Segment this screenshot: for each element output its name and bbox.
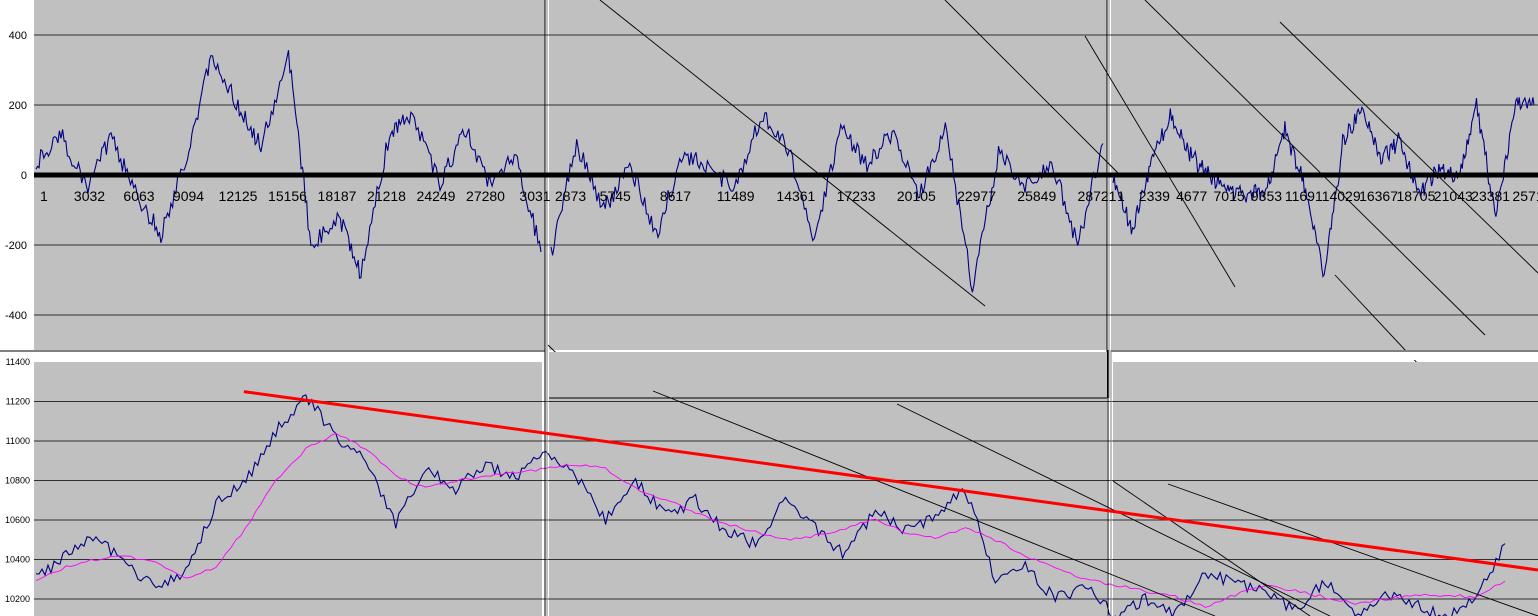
top-x-tick-label: 18187 [318,188,357,204]
bottom-chart-panel: 11400 11200 11000 10800 10600 10400 10200 [0,350,1538,616]
bottom-y-tick-label: 11000 [6,436,30,446]
top-x-tick-label: 23381 [1471,188,1510,204]
bottom-plot-area-1 [34,362,542,616]
top-y-tick-label: 0 [21,170,27,182]
top-x-tick-label: 9094 [173,188,204,204]
top-x-tick-label: 15156 [268,188,307,204]
top-y-tick-label: 200 [9,100,27,112]
top-x-tick-label: 7015 [1214,188,1245,204]
top-x-tick-label: 2571 [1512,188,1538,204]
bottom-plot-area-2 [549,398,1107,616]
top-x-tick-label: 16367 [1359,188,1398,204]
top-x-tick-label: 27280 [466,188,505,204]
bottom-y-tick-label: 10200 [5,594,30,604]
top-x-tick-label: 1 [40,188,48,204]
top-y-tick-label: -400 [5,310,27,322]
top-x-tick-label: 28721 [1078,188,1117,204]
top-x-tick-label: 9353 [1251,188,1282,204]
top-x-tick-label: 17233 [837,188,876,204]
top-x-tick-label: 11691 [1285,188,1323,204]
bottom-y-tick-label: 10800 [5,476,30,486]
top-x-tick-label: 20105 [897,188,936,204]
top-y-tick-label: -200 [5,240,27,252]
top-x-tick-label: 14029 [1322,188,1361,204]
top-x-tick-label: 18705 [1396,188,1435,204]
top-chart-panel: 400200-200-40001 3032 6063 9094 12125 15156 18… [5,0,1538,398]
bottom-y-tick-label: 11200 [6,397,30,407]
top-x-tick-label: 25849 [1017,188,1056,204]
top-x-tick-label: 11489 [717,188,755,204]
top-y-tick-label: 400 [9,30,27,42]
top-x-tick-label: 14361 [776,188,815,204]
chart-canvas: 400200-200-40001 3032 6063 9094 12125 15156 18… [0,0,1538,616]
top-x-tick-label: 2873 [555,188,586,204]
bottom-plot-area-3 [1113,362,1538,616]
top-x-tick-label: 12125 [219,188,258,204]
top-x-tick-label: 6063 [123,188,154,204]
top-x-tick-label: 3032 [74,188,105,204]
top-x-tick-label: 3031 [519,188,550,204]
bottom-mid-header [549,352,1107,398]
top-x-tick-label: 2339 [1139,188,1170,204]
bottom-y-tick-label: 10600 [5,515,30,525]
top-x-tick-label: 21218 [367,188,406,204]
top-x-tick-label: 22977 [957,188,996,204]
top-x-tick-label: 5745 [600,188,631,204]
top-x-tick-label: 24249 [417,188,456,204]
top-x-tick-label: 1 [1117,188,1125,204]
top-x-tick-label: 8617 [660,188,691,204]
bottom-y-tick-label: 11400 [6,357,30,367]
bottom-y-tick-label: 10400 [5,555,30,565]
